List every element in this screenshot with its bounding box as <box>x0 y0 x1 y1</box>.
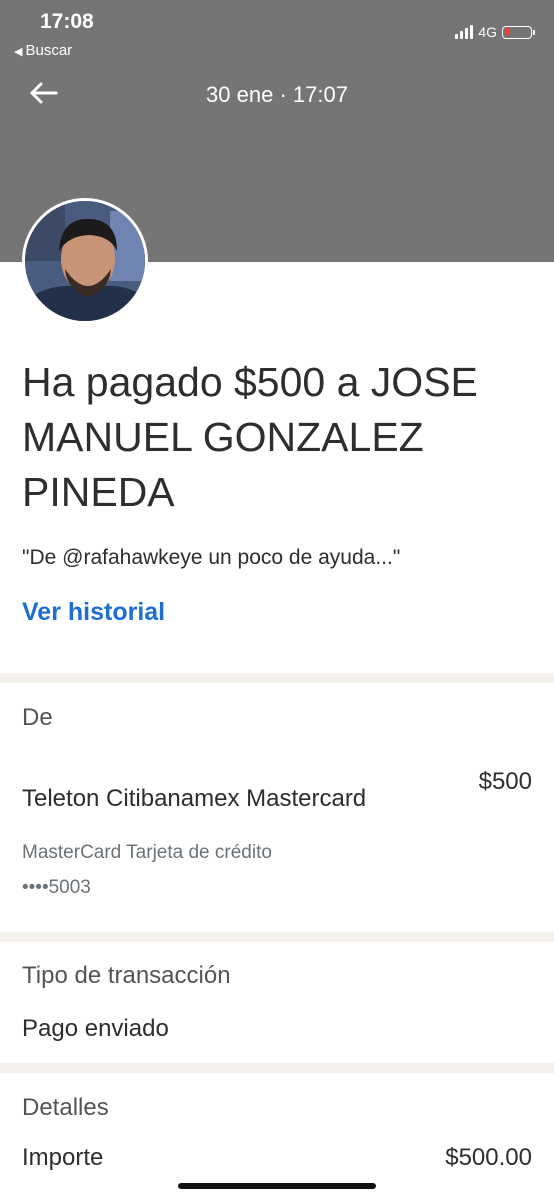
payment-headline: Ha pagado $500 a JOSE MANUEL GONZALEZ PI… <box>22 359 478 515</box>
status-time: 17:08 <box>40 10 94 33</box>
battery-icon <box>502 25 535 39</box>
funding-source-name: Teleton Citibanamex Mastercard <box>22 785 367 812</box>
card-type: MasterCard Tarjeta de crédito <box>22 842 272 863</box>
home-indicator[interactable] <box>178 1183 376 1189</box>
signal-icon <box>455 25 474 39</box>
details-label: Detalles <box>22 1094 109 1121</box>
back-to-app-link[interactable]: ◀ Buscar <box>14 42 72 59</box>
back-triangle-icon: ◀ <box>14 46 23 58</box>
network-label: 4G <box>478 24 497 40</box>
profile-photo <box>25 201 145 321</box>
from-section-label: De <box>22 704 53 731</box>
funding-amount: $500 <box>478 768 532 795</box>
transaction-type-value: Pago enviado <box>22 1015 169 1042</box>
section-divider <box>0 1063 554 1073</box>
view-history-link[interactable]: Ver historial <box>22 598 165 627</box>
status-indicators: 4G <box>455 22 535 42</box>
section-divider <box>0 673 554 683</box>
amount-label: Importe <box>22 1144 104 1171</box>
payment-note: "De @rafahawkeye un poco de ayuda..." <box>22 546 401 569</box>
card-number: ••••5003 <box>22 877 91 898</box>
back-app-label: Buscar <box>25 42 73 59</box>
transaction-type-label: Tipo de transacción <box>22 962 231 989</box>
section-divider <box>0 932 554 942</box>
transaction-date: 30 ene · 17:07 <box>206 82 348 107</box>
amount-value: $500.00 <box>445 1144 532 1171</box>
avatar <box>22 198 148 324</box>
